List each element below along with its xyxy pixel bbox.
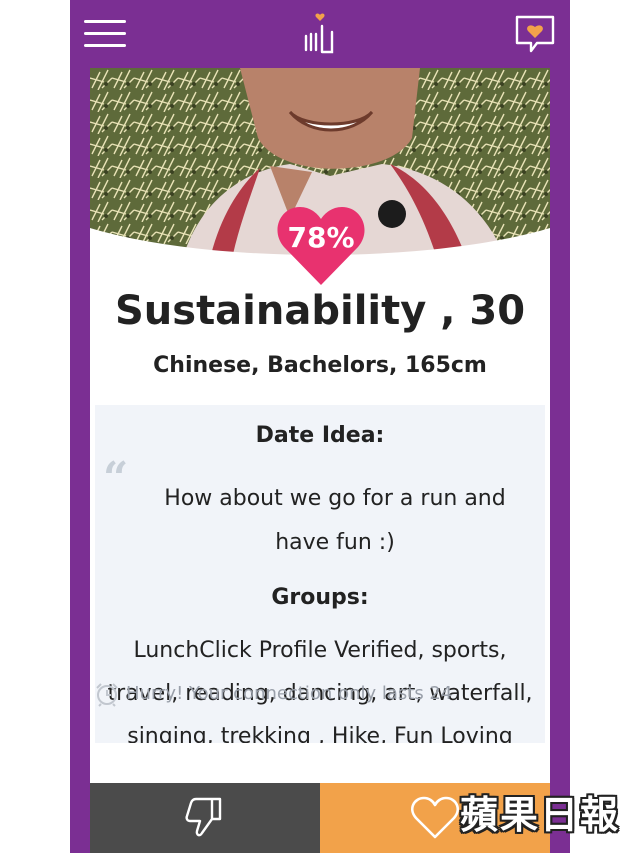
newspaper-watermark: 蘋果日報 bbox=[460, 793, 621, 837]
info-panel: Date Idea: “ How about we go for a run a… bbox=[95, 405, 545, 783]
match-badge: 78% bbox=[276, 203, 366, 287]
profile-card[interactable]: 78% Sustainability , 30 Chinese, Bachelo… bbox=[90, 68, 550, 783]
thumbs-down-icon bbox=[185, 797, 222, 837]
heart-outline-icon bbox=[411, 796, 459, 839]
profile-name-age: Sustainability , 30 bbox=[114, 288, 526, 334]
date-idea-title: Date Idea: bbox=[255, 423, 385, 448]
finger-heart-logo-icon bbox=[304, 13, 334, 54]
alarm-clock-icon bbox=[96, 683, 118, 707]
heart-chat-icon[interactable] bbox=[514, 14, 556, 54]
hamburger-menu-icon[interactable] bbox=[84, 18, 126, 48]
top-bar bbox=[70, 0, 570, 68]
groups-title: Groups: bbox=[271, 585, 369, 610]
profile-details: Chinese, Bachelors, 165cm bbox=[153, 353, 487, 378]
date-idea-text: How about we go for a run and have fun :… bbox=[164, 486, 506, 555]
quote-icon: “ bbox=[103, 453, 129, 504]
timer-bar bbox=[90, 743, 550, 783]
timer-text: Hurry! Your connection only lasts 24 bbox=[126, 683, 453, 704]
app-screen: 78% Sustainability , 30 Chinese, Bachelo… bbox=[70, 0, 570, 853]
match-percent: 78% bbox=[287, 221, 355, 254]
timer-notice: Hurry! Your connection only lasts 24 bbox=[94, 681, 452, 711]
pass-button[interactable] bbox=[90, 783, 320, 853]
